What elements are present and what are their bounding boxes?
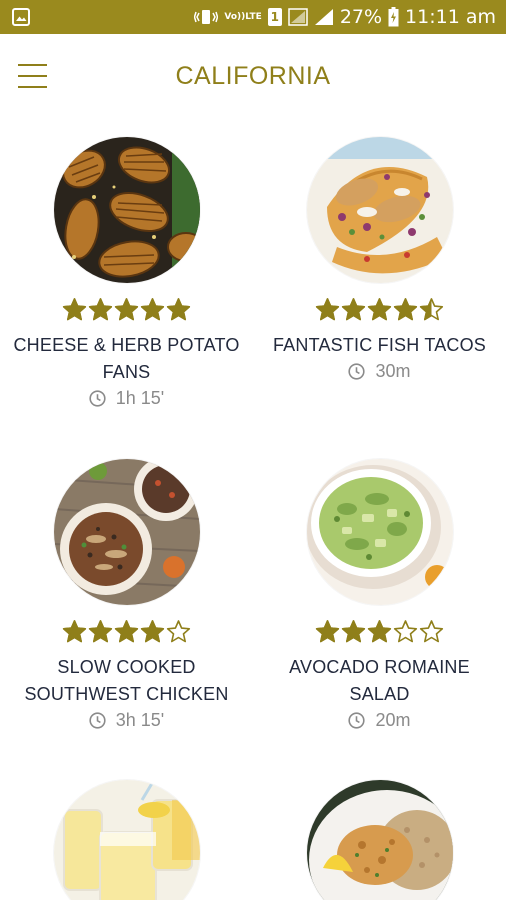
recipe-card[interactable]: FANTASTIC FISH TACOS 30m — [253, 137, 506, 382]
cook-time: 1h 15' — [89, 388, 164, 409]
recipe-title: AVOCADO ROMAINE SALAD — [289, 657, 470, 704]
vibrate-icon — [194, 8, 219, 26]
clock-icon — [89, 712, 106, 729]
clock-icon — [89, 390, 106, 407]
star-filled-icon — [140, 297, 165, 320]
star-empty-icon — [393, 619, 418, 642]
recipe-card[interactable]: CHEESE & HERB POTATO FANS 1h 15' — [0, 137, 253, 409]
star-filled-icon — [62, 297, 87, 320]
cook-time: 30m — [348, 361, 411, 382]
rating-stars — [62, 295, 191, 323]
recipe-title: SLOW COOKED SOUTHWEST CHICKEN — [24, 657, 229, 704]
battery-percent: 27% — [339, 6, 383, 28]
cook-time-label: 30m — [375, 361, 411, 381]
star-filled-icon — [88, 619, 113, 642]
star-filled-icon — [341, 619, 366, 642]
star-half-icon — [419, 297, 444, 320]
star-filled-icon — [114, 297, 139, 320]
recipe-card[interactable]: AVOCADO ROMAINE SALAD 20m — [253, 459, 506, 731]
star-empty-icon — [419, 619, 444, 642]
page-title: CALIFORNIA — [175, 61, 331, 90]
volte-top-label: Vo)) — [224, 11, 246, 22]
clock-icon — [348, 712, 366, 729]
volte-bottom-label: LTE — [245, 11, 262, 22]
signal-sim1-icon — [288, 8, 308, 26]
cook-time-label: 20m — [375, 710, 411, 730]
clock-icon — [348, 363, 366, 380]
signal-sim2-icon — [314, 8, 334, 26]
star-empty-icon — [166, 619, 191, 642]
star-filled-icon — [367, 297, 392, 320]
star-filled-icon — [315, 619, 340, 642]
status-bar: Vo)) LTE 1 27% 11:11 am — [0, 0, 506, 34]
cook-time: 20m — [348, 710, 411, 731]
star-filled-icon — [88, 297, 113, 320]
star-filled-icon — [341, 297, 366, 320]
recipe-card[interactable] — [253, 780, 506, 900]
status-right: Vo)) LTE 1 27% 11:11 am — [194, 6, 496, 28]
sim-badge: 1 — [267, 8, 282, 26]
cook-time: 3h 15' — [89, 710, 164, 731]
star-filled-icon — [393, 297, 418, 320]
star-filled-icon — [367, 619, 392, 642]
star-filled-icon — [166, 297, 191, 320]
star-filled-icon — [114, 619, 139, 642]
cook-time-label: 3h 15' — [115, 710, 165, 730]
rating-stars — [62, 617, 191, 645]
potato-fans-photo[interactable] — [53, 137, 200, 283]
rating-stars — [315, 295, 444, 323]
romaine-salad-photo[interactable] — [306, 459, 453, 605]
recipe-title: CHEESE & HERB POTATO FANS — [13, 335, 240, 382]
rating-stars — [315, 617, 444, 645]
fish-tacos-photo[interactable] — [306, 137, 453, 283]
chicken-rice-photo[interactable] — [306, 780, 453, 900]
star-filled-icon — [62, 619, 87, 642]
volte-icon: Vo)) LTE — [224, 11, 262, 22]
recipe-title: FANTASTIC FISH TACOS — [272, 335, 487, 355]
recipe-card[interactable] — [0, 780, 253, 900]
hamburger-menu-icon[interactable] — [18, 64, 50, 88]
gallery-notification-icon — [12, 8, 30, 26]
battery-charging-icon — [388, 7, 399, 27]
star-filled-icon — [140, 619, 165, 642]
status-left — [12, 8, 30, 26]
cook-time-label: 1h 15' — [115, 388, 165, 408]
lemonade-photo[interactable] — [53, 780, 200, 900]
star-filled-icon — [315, 297, 340, 320]
southwest-chicken-photo[interactable] — [53, 459, 200, 605]
recipe-card[interactable]: SLOW COOKED SOUTHWEST CHICKEN 3h 15' — [0, 459, 253, 731]
app-bar: CALIFORNIA — [0, 34, 506, 118]
clock-time: 11:11 am — [405, 6, 496, 28]
